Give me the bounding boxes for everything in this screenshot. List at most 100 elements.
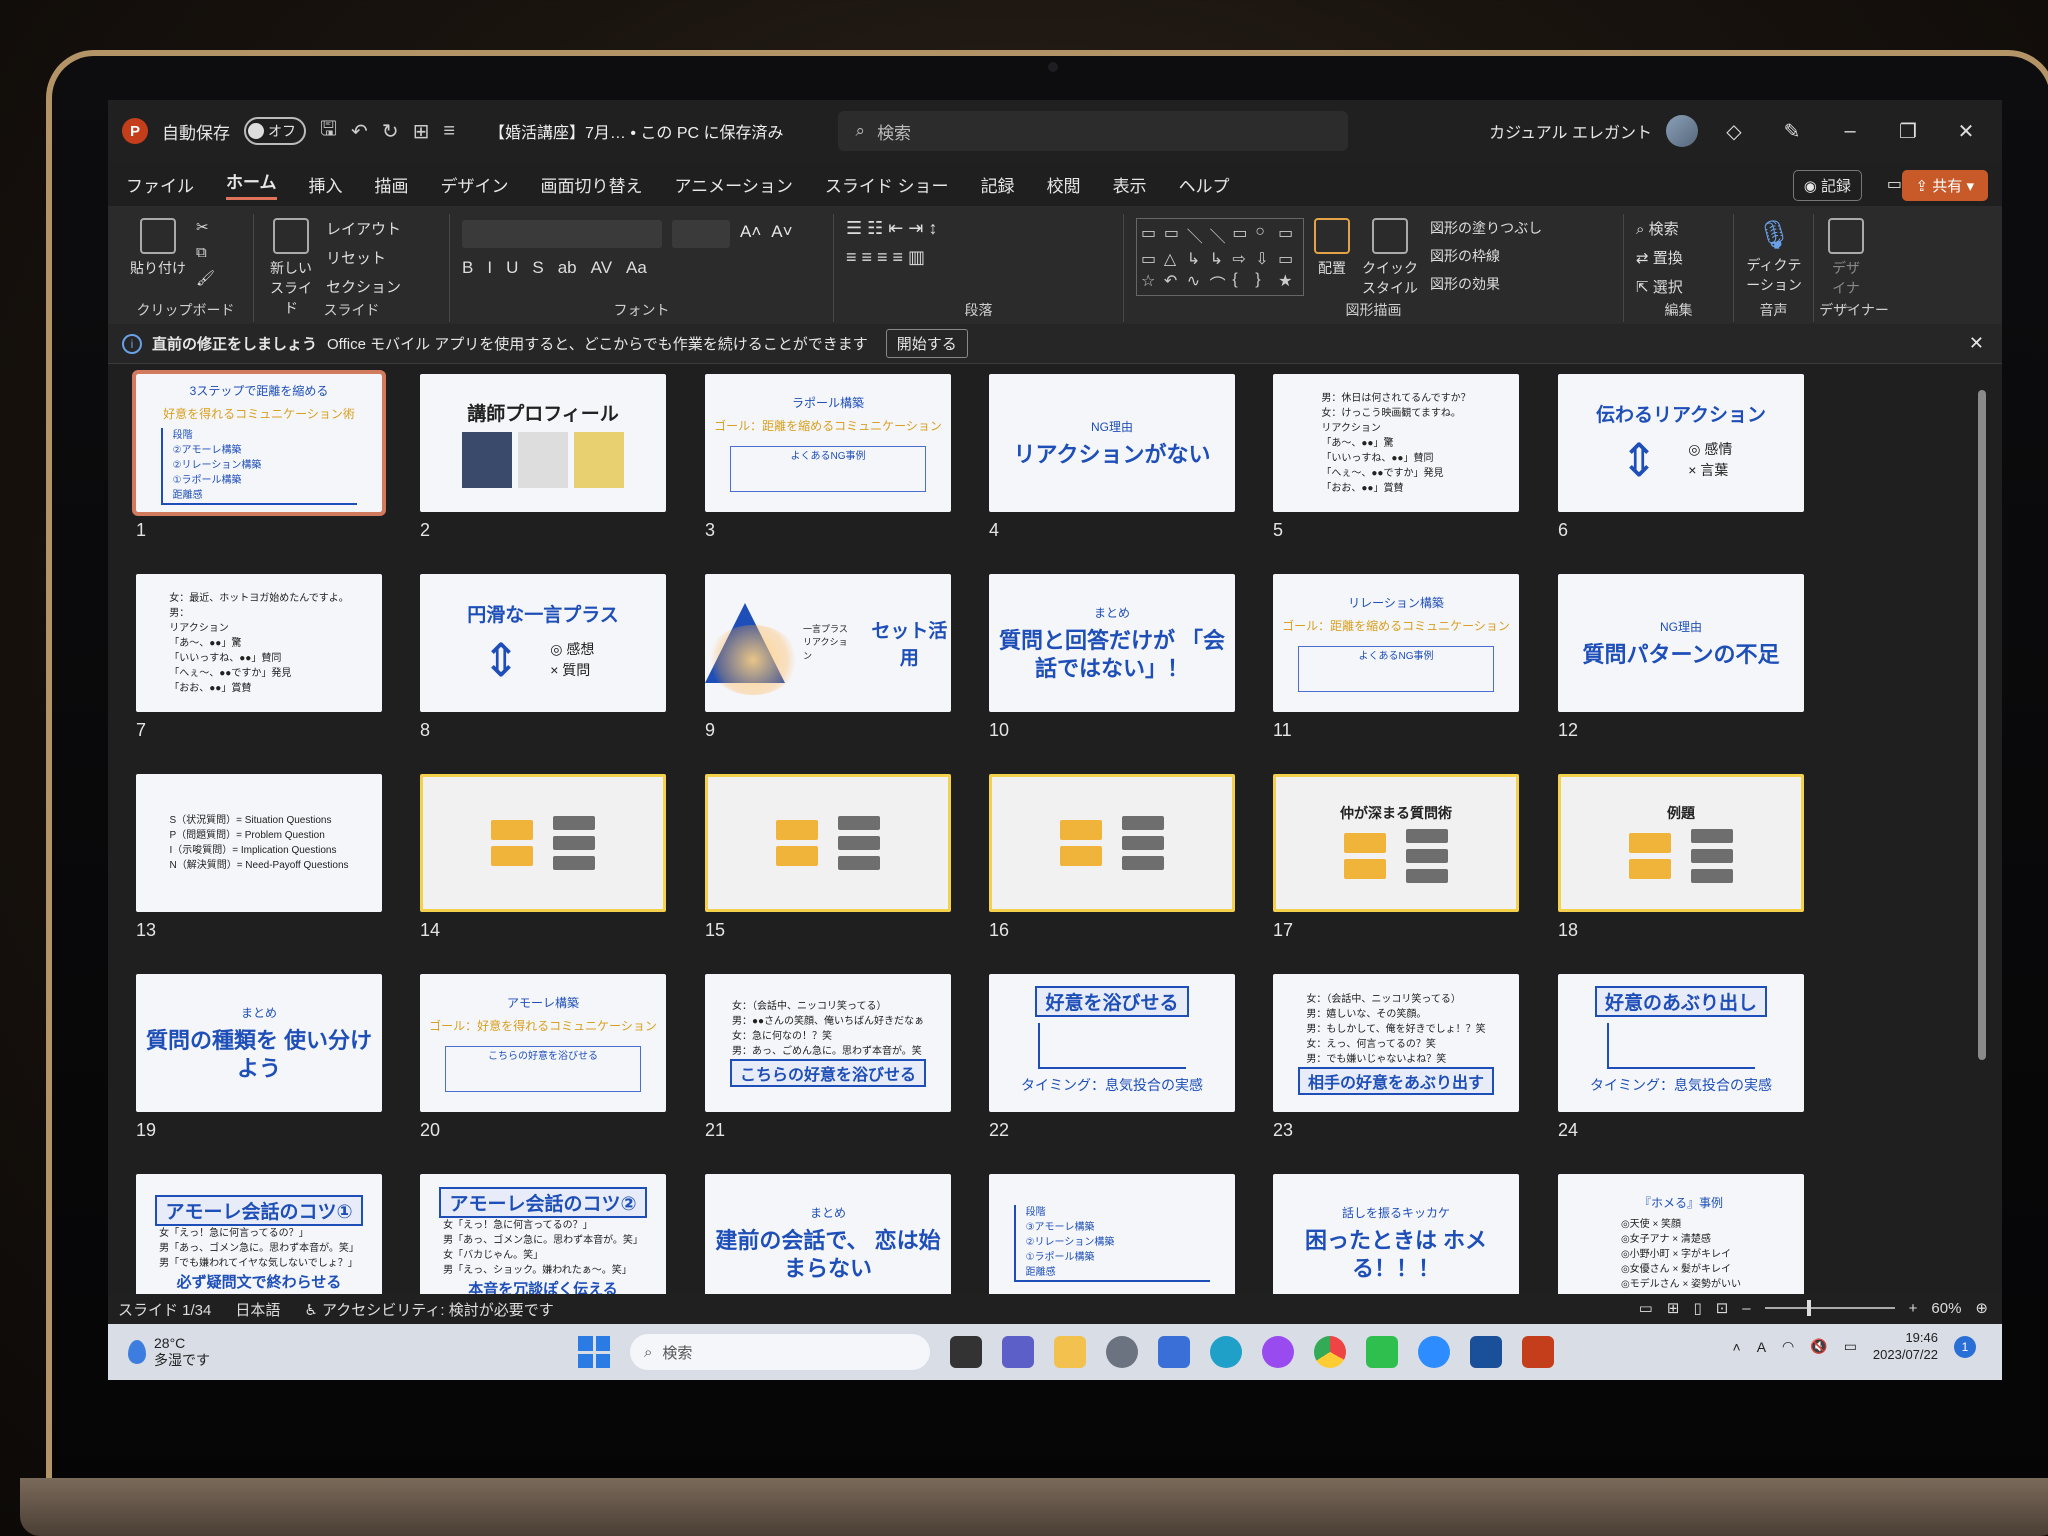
normal-view-icon[interactable]: ▭ <box>1639 1299 1653 1317</box>
format-btn-3[interactable]: S <box>532 258 543 278</box>
user-name[interactable]: カジュアル エレガント <box>1489 119 1652 143</box>
format-btn-2[interactable]: U <box>506 258 518 278</box>
slide-thumbnail-23[interactable]: 女：（会話中、ニッコリ笑ってる） 男：嬉しいな、その笑顔。 男：もしかして、俺を好き… <box>1273 974 1519 1112</box>
section-button[interactable]: セクション <box>326 276 401 297</box>
vertical-scrollbar[interactable] <box>1978 370 1986 1290</box>
slide-thumbnail-14[interactable] <box>420 774 666 912</box>
slideshow-start-icon[interactable]: ⊞ <box>413 119 430 144</box>
slide-thumbnail-10[interactable]: まとめ 質問と回答だけが 「会話ではない」！ <box>989 574 1235 712</box>
format-btn-0[interactable]: B <box>462 258 473 278</box>
slide-thumbnail-16[interactable] <box>989 774 1235 912</box>
line-icon[interactable] <box>1366 1336 1398 1368</box>
minimize-icon[interactable]: – <box>1828 120 1872 143</box>
slide-thumbnail-25[interactable]: アモーレ会話のコツ① 女「えっ！急に何言ってるの？」 男「あっ、ゴメン急に。思わず本… <box>136 1174 382 1294</box>
restore-icon[interactable]: ❐ <box>1886 119 1930 144</box>
slide-thumbnail-11[interactable]: リレーション構築 ゴール：距離を縮めるコミュニケーション よくあるNG事例 <box>1273 574 1519 712</box>
weather-widget[interactable]: 28°C 多湿です <box>128 1335 210 1369</box>
zoom-out-icon[interactable]: – <box>1742 1300 1750 1317</box>
store-icon[interactable] <box>1158 1336 1190 1368</box>
slide-thumbnail-20[interactable]: アモーレ構築 ゴール：好意を得れるコミュニケーション こちらの好意を浴びせる <box>420 974 666 1112</box>
slide-thumbnail-1[interactable]: 3ステップで距離を縮める 好意を得れるコミュニケーション術 段階 ②アモーレ構築 ②リレ… <box>132 370 386 516</box>
slideshow-view-icon[interactable]: ⊡ <box>1716 1299 1729 1317</box>
slide-thumbnail-19[interactable]: まとめ 質問の種類を 使い分けよう <box>136 974 382 1112</box>
format-painter-icon[interactable]: 🖌 <box>196 269 215 287</box>
format-btn-1[interactable]: I <box>487 258 492 278</box>
fit-window-icon[interactable]: ⊕ <box>1975 1299 1988 1317</box>
reset-button[interactable]: リセット <box>326 247 401 268</box>
find-button[interactable]: ⌕ 検索 <box>1636 218 1683 239</box>
slide-thumbnail-12[interactable]: NG理由 質問パターンの不足 <box>1558 574 1804 712</box>
sorter-view-icon[interactable]: ⊞ <box>1667 1299 1680 1317</box>
slide-thumbnail-15[interactable] <box>705 774 951 912</box>
slide-thumbnail-13[interactable]: S（状況質問）= Situation Questions P（問題質問）= Pro… <box>136 774 382 912</box>
zoom-level[interactable]: 60% <box>1931 1300 1961 1317</box>
chrome-icon[interactable] <box>1314 1336 1346 1368</box>
wifi-icon[interactable]: ◠ <box>1782 1338 1794 1355</box>
premium-diamond-icon[interactable]: ◇ <box>1712 119 1756 144</box>
close-notice-icon[interactable]: ✕ <box>1969 333 1984 354</box>
font-family-select[interactable] <box>462 220 662 248</box>
slide-thumbnail-7[interactable]: 女：最近、ホットヨガ始めたんですよ。 男： リアクション 「あ〜、●●」驚 「いいっすね… <box>136 574 382 712</box>
save-icon[interactable]: 🖫 <box>320 114 337 148</box>
format-btn-4[interactable]: ab <box>558 258 577 278</box>
share-button[interactable]: ⇪ 共有 ▾ <box>1901 170 1988 201</box>
zoom-in-icon[interactable]: + <box>1909 1300 1918 1317</box>
slide-thumbnail-27[interactable]: まとめ 建前の会話で、 恋は始まらない <box>705 1174 951 1294</box>
slide-thumbnail-3[interactable]: ラポール構築 ゴール：距離を縮めるコミュニケーション よくあるNG事例 <box>705 374 951 512</box>
edge-icon[interactable] <box>1210 1336 1242 1368</box>
close-icon[interactable]: ✕ <box>1944 119 1988 144</box>
slide-thumbnail-8[interactable]: 円滑な一言プラス ⇕ ◎ 感想 × 質問 <box>420 574 666 712</box>
font-size-select[interactable] <box>672 220 730 248</box>
dictate-button[interactable]: 🎙 ディクテーション <box>1746 214 1802 295</box>
search-input[interactable]: ⌕ 検索 <box>837 111 1348 151</box>
undo-icon[interactable]: ↶ <box>351 119 368 144</box>
start-button[interactable]: 開始する <box>885 329 968 358</box>
powerpoint-taskbar-icon[interactable] <box>1522 1336 1554 1368</box>
zoom-slider[interactable] <box>1764 1300 1895 1316</box>
copy-icon[interactable]: ⧉ <box>196 244 215 261</box>
document-title[interactable]: 【婚活講座】7月… • この PC に保存済み <box>489 119 784 143</box>
slide-thumbnail-24[interactable]: 好意のあぶり出し タイミング：息気投合の実感 <box>1558 974 1804 1112</box>
cut-icon[interactable]: ✂ <box>196 218 215 236</box>
accessibility-status[interactable]: ♿ アクセシビリティ: 検討が必要です <box>304 1299 553 1320</box>
slide-thumbnail-6[interactable]: 伝わるリアクション ⇕ ◎ 感情 × 言葉 <box>1558 374 1804 512</box>
mail-icon[interactable] <box>1470 1336 1502 1368</box>
taskview-icon[interactable] <box>950 1336 982 1368</box>
layout-button[interactable]: レイアウト <box>326 218 401 239</box>
slide-thumbnail-21[interactable]: 女：（会話中、ニッコリ笑ってる） 男：●●さんの笑顔、俺いちばん好きだなぁ 女：急に… <box>705 974 951 1112</box>
slide-thumbnail-28[interactable]: 段階 ③アモーレ構築 ②リレーション構築 ①ラポール構築 距離感 <box>989 1174 1235 1294</box>
taskbar-search[interactable]: ⌕ 検索 <box>630 1334 930 1370</box>
volume-muted-icon[interactable]: 🔇 <box>1810 1338 1827 1355</box>
pen-icon[interactable]: ✎ <box>1770 119 1814 144</box>
notification-badge[interactable]: 1 <box>1954 1335 1976 1358</box>
shape-fill-button[interactable]: 図形の塗りつぶし <box>1430 218 1542 238</box>
autosave-toggle[interactable]: オフ <box>244 117 306 145</box>
slide-thumbnail-18[interactable]: 例題 <box>1558 774 1804 912</box>
shapes-gallery[interactable]: ▭ ▭ ＼ ＼ ▭ ○ ▭ ▭ △ ↳ ↳ ⇨ ⇩ ▭ ☆ ↶ ∿ ⌒{} ★ <box>1136 218 1304 296</box>
start-button-icon[interactable] <box>578 1336 610 1368</box>
battery-icon[interactable]: ▭ <box>1844 1338 1857 1355</box>
format-btn-6[interactable]: Aa <box>626 258 647 278</box>
language[interactable]: 日本語 <box>235 1299 280 1320</box>
slide-thumbnail-30[interactable]: 『ホメる』事例 ◎天使 × 笑顔 ◎女子アナ × 清楚感 ◎小野小町 × 字がキレイ ◎… <box>1558 1174 1804 1294</box>
clock[interactable]: 19:46 2023/07/22 <box>1873 1330 1938 1364</box>
bullets-icon[interactable]: ☰ ☷ ⇤ ⇥ ↕ <box>846 218 937 239</box>
slide-thumbnail-29[interactable]: 話しを振るキッカケ 困ったときは ホメる！！！ <box>1273 1174 1519 1294</box>
replace-button[interactable]: ⇄ 置換 <box>1636 247 1683 268</box>
zoom-app-icon[interactable] <box>1418 1336 1450 1368</box>
slide-thumbnail-5[interactable]: 男：休日は何されてるんですか？ 女：けっこう映画観てますね。 リアクション 「あ〜、●… <box>1273 374 1519 512</box>
chevron-up-icon[interactable]: ˄ <box>1733 1339 1741 1355</box>
customize-qat-icon[interactable]: ≡ <box>443 120 455 143</box>
avatar[interactable] <box>1666 115 1698 147</box>
slide-thumbnail-17[interactable]: 仲が深まる質問術 <box>1273 774 1519 912</box>
file-explorer-icon[interactable] <box>1054 1336 1086 1368</box>
shape-effects-button[interactable]: 図形の効果 <box>1430 274 1542 294</box>
shrink-font-icon[interactable]: A˅ <box>771 222 792 248</box>
format-btn-5[interactable]: AV <box>591 258 612 278</box>
arrange-button[interactable]: 配置 <box>1314 214 1350 278</box>
slide-thumbnail-2[interactable]: 講師プロフィール <box>420 374 666 512</box>
comment-icon[interactable]: ▭ <box>1887 174 1902 194</box>
redo-icon[interactable]: ↻ <box>382 119 399 144</box>
shape-outline-button[interactable]: 図形の枠線 <box>1430 246 1542 266</box>
grow-font-icon[interactable]: A˄ <box>740 222 761 248</box>
